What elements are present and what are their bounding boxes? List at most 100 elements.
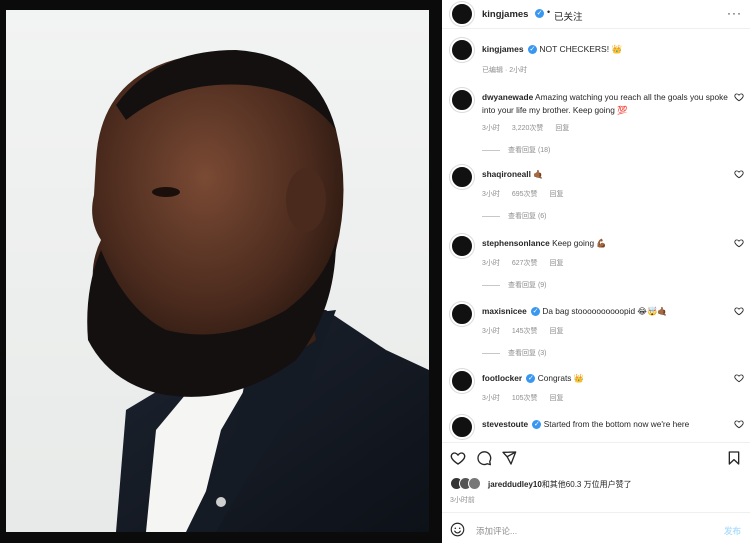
replies-line: [482, 352, 500, 354]
view-replies-label: 查看回复 (9): [508, 282, 547, 289]
emoji-icon[interactable]: [450, 522, 465, 537]
commenter-avatar[interactable]: [450, 234, 474, 258]
caption-line: kingjames ✓ NOT CHECKERS! 👑: [482, 44, 622, 55]
add-comment-bar: 添加评论... 发布: [442, 516, 750, 543]
edited-label: 已编辑: [482, 67, 503, 74]
view-replies-button[interactable]: 查看回复 (6): [482, 211, 547, 221]
comment-text: stevestoute ✓ Started from the bottom no…: [482, 418, 732, 431]
caption-time: 2小时: [509, 67, 528, 74]
comment-likes[interactable]: 627次赞: [512, 260, 538, 267]
comment-meta: 3小时 627次赞 回复: [482, 258, 574, 268]
post-photo[interactable]: [6, 10, 429, 532]
heart-icon[interactable]: [450, 450, 466, 466]
comment-meta: 3小时 145次赞 回复: [482, 326, 574, 336]
commenter-username[interactable]: stevestoute: [482, 419, 528, 429]
comment-meta: 3小时 105次赞 回复: [482, 393, 574, 403]
verified-badge-icon: ✓: [526, 374, 536, 384]
heart-icon[interactable]: [734, 419, 744, 429]
header-separator: •: [547, 7, 551, 17]
comment-meta: 3小时 3,220次赞 回复: [482, 123, 579, 133]
comment-body: 🤙🏾: [533, 169, 544, 179]
reply-button[interactable]: 回复: [550, 395, 564, 402]
comment-likes[interactable]: 145次赞: [512, 328, 538, 335]
comment-body: Keep going 💪🏾: [552, 238, 607, 248]
lead-liker-username[interactable]: jareddudley10: [488, 480, 542, 489]
header-divider: [442, 28, 750, 29]
follow-status-button[interactable]: 已关注: [554, 9, 583, 23]
meta-separator: ·: [504, 67, 508, 74]
reply-button[interactable]: 回复: [550, 191, 564, 198]
caption-text: NOT CHECKERS!: [539, 44, 610, 54]
author-avatar[interactable]: [450, 2, 474, 26]
comment-time: 3小时: [482, 191, 500, 198]
heart-icon[interactable]: [734, 92, 744, 102]
action-bar: [442, 448, 750, 472]
comment-input[interactable]: 添加评论...: [476, 525, 517, 537]
bookmark-icon[interactable]: [726, 450, 742, 466]
comment-text: footlocker ✓ Congrats 👑: [482, 372, 732, 385]
commenter-username[interactable]: shaqironeall: [482, 169, 531, 179]
comment-body: Started from the bottom now we're here: [543, 419, 690, 429]
liker-avatar: [468, 477, 481, 490]
comment-text: stephensonlance Keep going 💪🏾: [482, 237, 732, 250]
post-sidebar: kingjames ✓ • 已关注 ··· kingjames ✓ NOT CH…: [442, 0, 750, 543]
verified-badge-icon: ✓: [527, 45, 537, 55]
commenter-avatar[interactable]: [450, 369, 474, 393]
commenter-username[interactable]: maxisnicee: [482, 306, 527, 316]
caption-username[interactable]: kingjames: [482, 44, 524, 54]
share-icon[interactable]: [501, 450, 517, 466]
comment-icon[interactable]: [476, 450, 492, 466]
verified-badge-icon: ✓: [535, 9, 544, 18]
commenter-avatar[interactable]: [450, 415, 474, 439]
replies-line: [482, 215, 500, 217]
comment-body: Da bag stoooooooooopid 😂🤯🤙🏾: [542, 306, 668, 316]
heart-icon[interactable]: [734, 238, 744, 248]
view-replies-button[interactable]: 查看回复 (18): [482, 145, 550, 155]
instagram-post-view: kingjames ✓ • 已关注 ··· kingjames ✓ NOT CH…: [0, 0, 750, 543]
comment-text: dwyanewade Amazing watching you reach al…: [482, 91, 732, 117]
commenter-username[interactable]: stephensonlance: [482, 238, 550, 248]
comment-meta: 3小时 695次赞 回复: [482, 189, 574, 199]
comment-text: shaqironeall 🤙🏾: [482, 168, 732, 181]
commenter-avatar[interactable]: [450, 302, 474, 326]
post-photo-panel: [0, 0, 442, 543]
comment-time: 3小时: [482, 395, 500, 402]
likes-count-text[interactable]: 和其他60.3 万位用户赞了: [542, 480, 632, 489]
comment-likes[interactable]: 105次赞: [512, 395, 538, 402]
commenter-username[interactable]: footlocker: [482, 373, 522, 383]
heart-icon[interactable]: [734, 169, 744, 179]
comment-time: 3小时: [482, 328, 500, 335]
comment-likes[interactable]: 695次赞: [512, 191, 538, 198]
commenter-avatar[interactable]: [450, 88, 474, 112]
post-header: kingjames ✓ • 已关注 ···: [442, 0, 750, 28]
view-replies-button[interactable]: 查看回复 (3): [482, 348, 547, 358]
verified-badge-icon: ✓: [531, 307, 541, 317]
more-icon[interactable]: ···: [727, 6, 742, 20]
actions-divider: [442, 442, 750, 443]
likes-text: jareddudley10和其他60.3 万位用户赞了: [488, 479, 632, 490]
post-time: 3小时前: [450, 497, 475, 504]
reply-button[interactable]: 回复: [550, 328, 564, 335]
verified-badge-icon: ✓: [532, 420, 542, 430]
replies-line: [482, 284, 500, 286]
commenter-username[interactable]: dwyanewade: [482, 92, 533, 102]
view-replies-button[interactable]: 查看回复 (9): [482, 280, 547, 290]
view-replies-label: 查看回复 (3): [508, 350, 547, 357]
comment-box-divider: [442, 512, 750, 513]
caption-meta: 已编辑 · 2小时: [482, 65, 527, 75]
commenter-avatar[interactable]: [450, 165, 474, 189]
comment-likes[interactable]: 3,220次赞: [512, 125, 544, 132]
liker-avatars[interactable]: [450, 477, 486, 491]
post-comment-button[interactable]: 发布: [724, 525, 741, 537]
comment-text: maxisnicee ✓ Da bag stoooooooooopid 😂🤯🤙🏾: [482, 305, 732, 318]
reply-button[interactable]: 回复: [550, 260, 564, 267]
caption-emoji: 👑: [611, 44, 623, 54]
reply-button[interactable]: 回复: [555, 125, 569, 132]
replies-line: [482, 149, 500, 151]
portrait-image: [87, 50, 429, 532]
caption-avatar[interactable]: [450, 38, 474, 62]
heart-icon[interactable]: [734, 373, 744, 383]
author-username[interactable]: kingjames: [482, 9, 528, 20]
heart-icon[interactable]: [734, 306, 744, 316]
view-replies-label: 查看回复 (18): [508, 147, 551, 154]
